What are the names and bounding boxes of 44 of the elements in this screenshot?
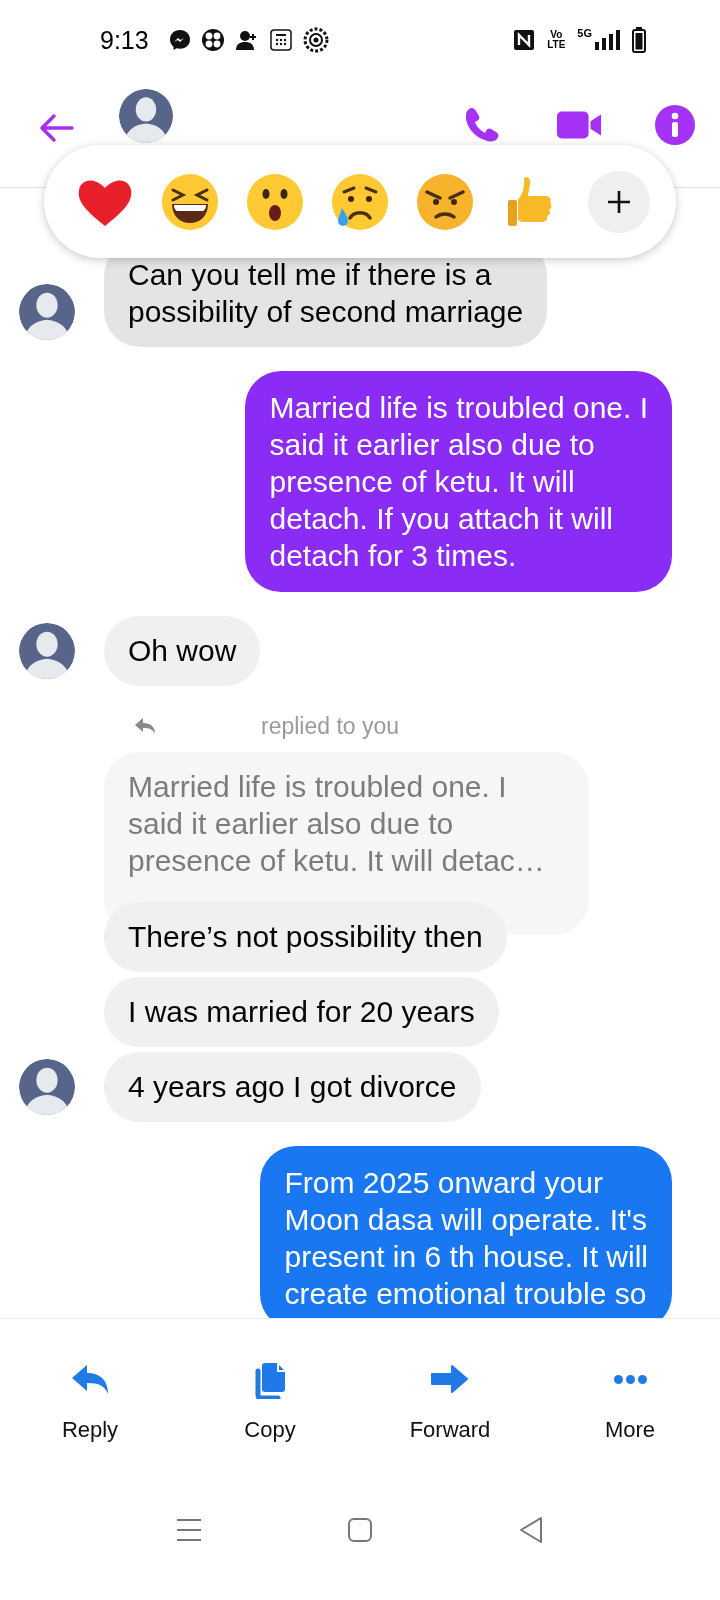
contact-avatar bbox=[18, 1058, 76, 1116]
contact-avatar bbox=[18, 283, 76, 341]
message-bubble[interactable]: I was married for 20 years bbox=[104, 977, 499, 1047]
message-bubble[interactable]: 4 years ago I got divorce bbox=[104, 1052, 481, 1122]
crying-face-icon bbox=[330, 171, 390, 232]
message-bubble[interactable]: Oh wow bbox=[104, 616, 261, 686]
reply-arrow-icon bbox=[133, 716, 157, 736]
messenger-icon bbox=[168, 29, 191, 51]
clock-time: 9:13 bbox=[100, 25, 149, 55]
plus-icon bbox=[607, 189, 631, 214]
menu-button[interactable] bbox=[176, 1517, 202, 1543]
signal-icon bbox=[594, 29, 620, 51]
menu-icon bbox=[176, 1517, 202, 1543]
gear-icon bbox=[302, 27, 329, 53]
triangle-back-icon bbox=[518, 1516, 544, 1544]
info-button[interactable] bbox=[652, 104, 698, 146]
add-contact-icon bbox=[234, 28, 259, 52]
action-button[interactable]: More bbox=[540, 1319, 720, 1470]
back-arrow-icon bbox=[38, 113, 74, 143]
contact-avatar bbox=[118, 88, 174, 144]
message-bubble[interactable]: From 2025 onward your Moon dasa will operate. It's present in 6 th house. It will create emotional trouble so bbox=[260, 1146, 672, 1318]
contact-avatar bbox=[18, 622, 76, 680]
network-type: 5G bbox=[577, 27, 592, 39]
surprised-face-icon bbox=[245, 171, 305, 232]
app-icon bbox=[200, 28, 225, 52]
action-button[interactable]: Forward bbox=[360, 1319, 540, 1470]
battery-icon bbox=[632, 27, 646, 53]
action-button[interactable]: Reply bbox=[0, 1319, 180, 1470]
video-camera-icon bbox=[556, 109, 602, 141]
laughing-face-icon bbox=[160, 171, 220, 232]
angry-face-icon bbox=[415, 171, 475, 232]
nfc-icon bbox=[513, 29, 536, 51]
back-button[interactable] bbox=[518, 1516, 544, 1544]
message-bubble[interactable]: There’s not possibility then bbox=[104, 902, 507, 972]
lte-label: LTE bbox=[547, 40, 566, 50]
more-dots-icon bbox=[613, 1374, 647, 1384]
home-button[interactable] bbox=[347, 1517, 373, 1543]
volte-label: Vo bbox=[550, 30, 563, 40]
info-icon bbox=[654, 104, 696, 146]
message-bubble[interactable]: Married life is troubled one. I said it earlier also due to presence of ketu. It will detach. If you attach it will detach for 3 times. bbox=[245, 371, 672, 592]
square-icon bbox=[347, 1517, 373, 1543]
calculator-icon bbox=[268, 28, 293, 52]
action-button[interactable]: Copy bbox=[180, 1319, 360, 1470]
reply-label: replied to you bbox=[261, 712, 400, 740]
